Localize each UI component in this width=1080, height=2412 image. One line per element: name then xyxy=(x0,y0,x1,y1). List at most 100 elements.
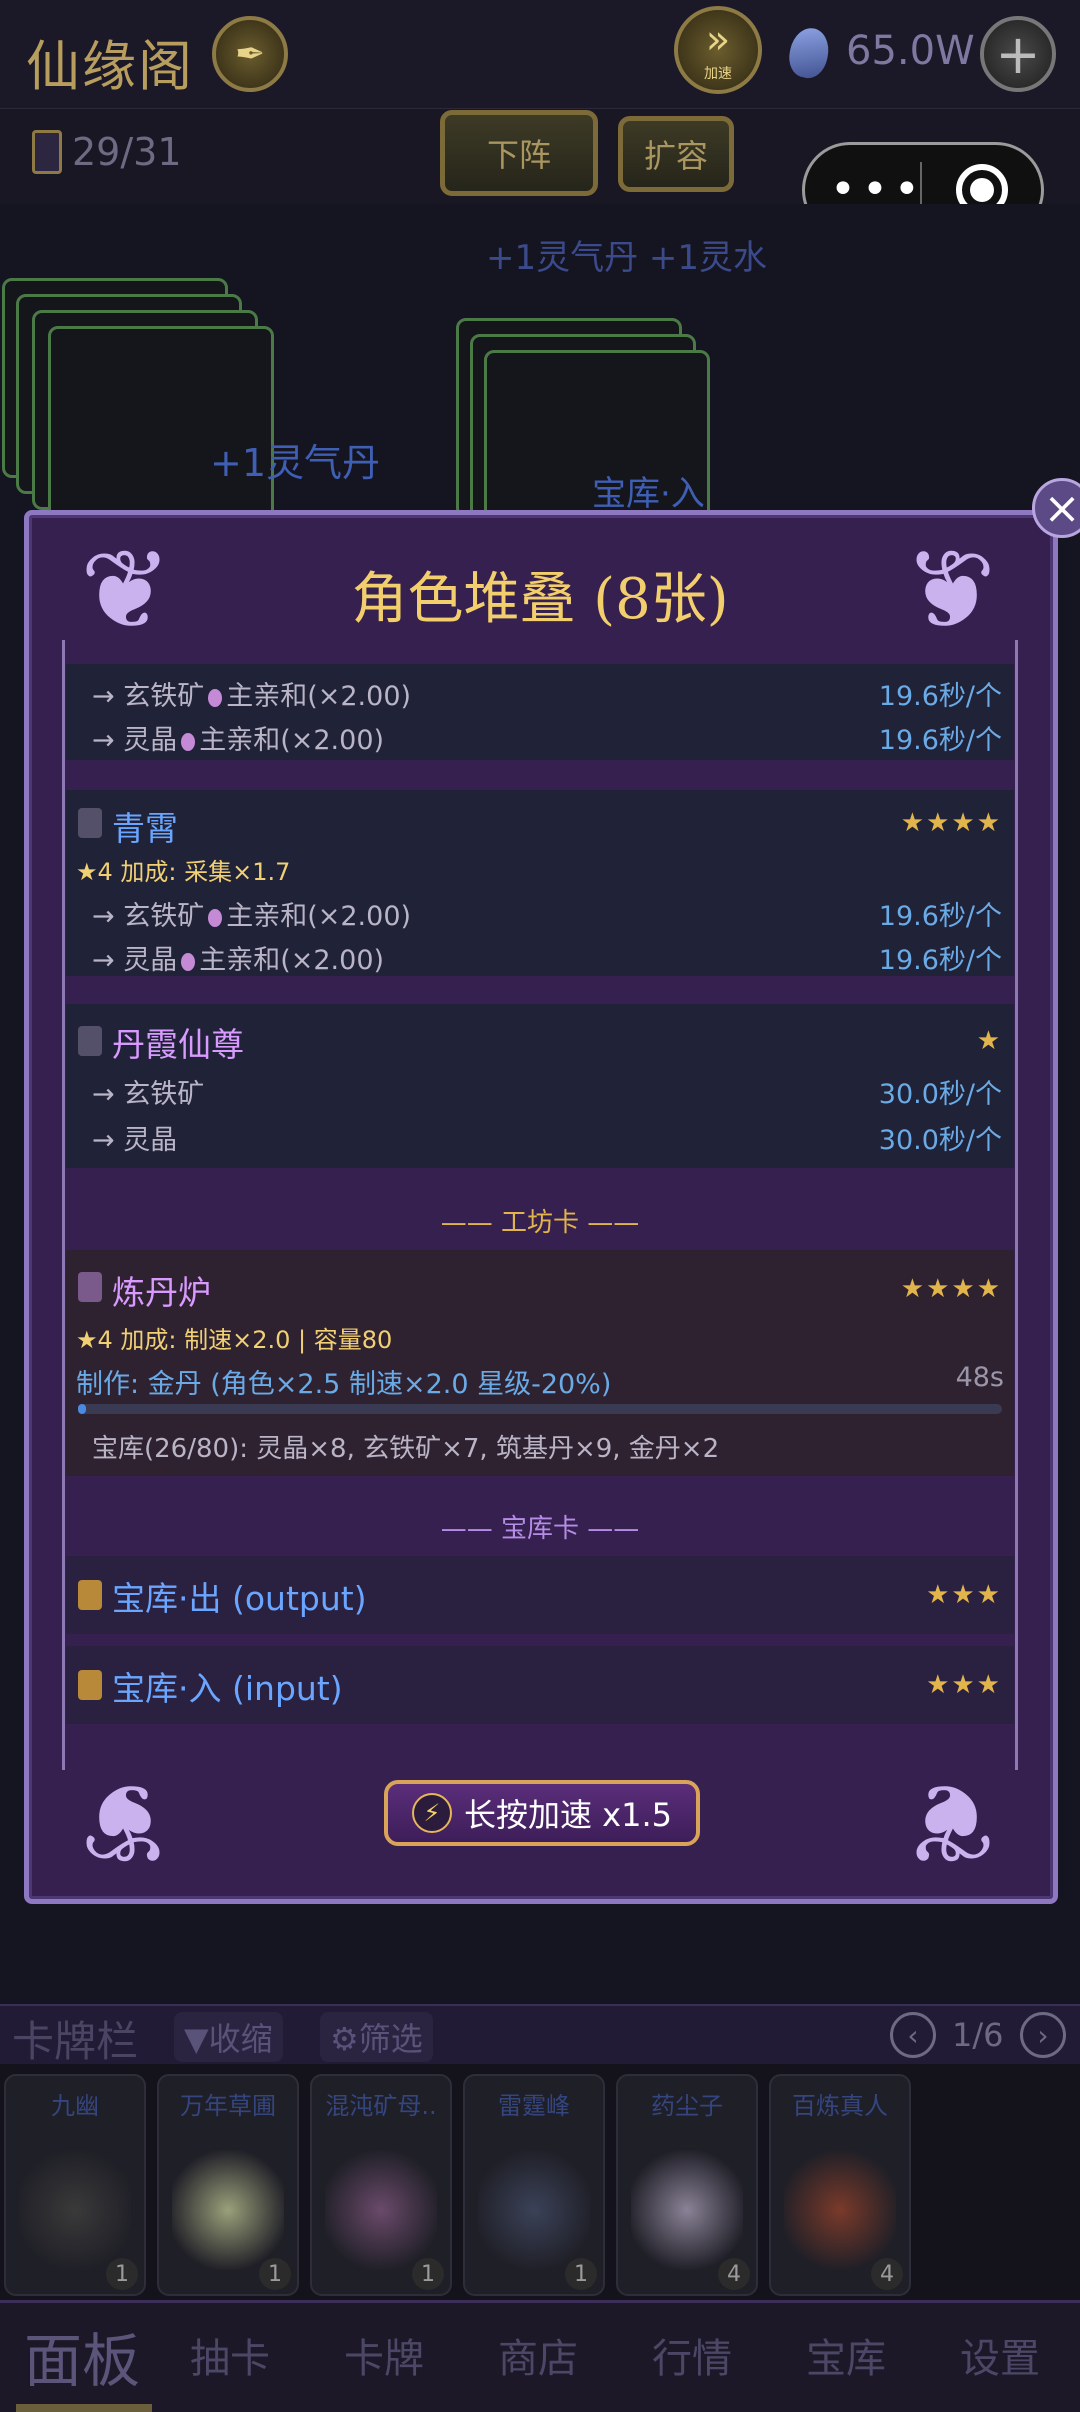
vault-name: 宝库·入 (input) xyxy=(112,1669,343,1708)
speed-button[interactable]: » 加速 xyxy=(674,6,762,94)
card-art xyxy=(478,2150,590,2270)
crafting-info: 制作: 金丹 (角色×2.5 制速×2.0 星级-20%) xyxy=(76,1369,612,1400)
hold-to-speed-up-button[interactable]: ⚡ 长按加速 x1.5 xyxy=(384,1780,700,1846)
star-rating: ★★★ xyxy=(926,1670,1002,1700)
card-count-badge: 1 xyxy=(106,2258,138,2290)
remove-from-formation-button[interactable]: 下阵 xyxy=(440,110,598,196)
affinity-icon xyxy=(208,688,223,707)
output-rate: 30.0秒/个 xyxy=(878,1079,1002,1110)
card-art xyxy=(19,2150,131,2270)
card-stack-layer xyxy=(48,326,274,526)
affinity-icon xyxy=(181,952,196,971)
speed-label: 加速 xyxy=(704,66,732,82)
output-row: → 玄铁矿 主亲和(×2.00) xyxy=(92,674,411,713)
tab-draw-card[interactable]: 抽卡 xyxy=(190,2326,270,2384)
add-currency-button[interactable]: + xyxy=(980,16,1056,92)
card-count-badge: 1 xyxy=(565,2258,597,2290)
crafting-time: 48s xyxy=(955,1362,1004,1393)
vault-icon xyxy=(78,1580,102,1610)
close-icon: × xyxy=(1043,482,1080,534)
character-avatar-icon xyxy=(78,1026,102,1056)
tab-vault[interactable]: 宝库 xyxy=(806,2326,886,2384)
card-name: 九幽 xyxy=(51,2092,99,2120)
output-row: → 玄铁矿 主亲和(×2.00) xyxy=(92,894,411,933)
affinity-icon xyxy=(181,732,196,751)
tab-cards[interactable]: 卡牌 xyxy=(344,2326,424,2384)
star-rating: ★★★ xyxy=(926,1580,1002,1610)
crafting-progress-fill xyxy=(78,1404,86,1414)
output-item: → 玄铁矿 xyxy=(92,681,205,712)
tab-settings[interactable]: 设置 xyxy=(960,2326,1040,2384)
output-row: → 灵晶 xyxy=(92,1125,178,1156)
vault-icon xyxy=(78,1670,102,1700)
next-page-icon[interactable]: › xyxy=(1020,2012,1066,2058)
expand-button[interactable]: 扩容 xyxy=(618,116,734,192)
filter-button[interactable]: ⚙筛选 xyxy=(320,2012,433,2062)
speed-up-label: 长按加速 x1.5 xyxy=(463,1796,672,1834)
star-rating: ★★★★ xyxy=(900,808,1002,838)
vault-section-header: —— 宝库卡 —— xyxy=(440,1514,640,1544)
crafting-progress-track xyxy=(78,1404,1002,1414)
star-rating: ★ xyxy=(976,1026,1002,1056)
character-name: 丹霞仙尊 xyxy=(112,1025,244,1064)
output-rate: 30.0秒/个 xyxy=(878,1125,1002,1156)
card-name: 万年草圃 xyxy=(180,2092,276,2120)
card-name: 百炼真人 xyxy=(792,2092,888,2120)
vault-name: 宝库·出 (output) xyxy=(112,1579,367,1618)
card-count-badge: 1 xyxy=(412,2258,444,2290)
output-rate: 19.6秒/个 xyxy=(878,945,1002,976)
close-miniprogram-dot xyxy=(970,178,994,202)
feather-icon: ✒ xyxy=(234,33,266,75)
active-tab-indicator xyxy=(16,2404,152,2412)
output-row: → 灵晶 主亲和(×2.00) xyxy=(92,938,384,977)
card-art xyxy=(325,2150,437,2270)
workshop-name: 炼丹炉 xyxy=(112,1273,211,1312)
collapse-button[interactable]: ▼收缩 xyxy=(174,2012,283,2062)
ornament-bottom-left-icon: ❦ xyxy=(79,1758,173,1886)
output-item: → 灵晶 xyxy=(92,945,178,976)
affinity-icon xyxy=(208,908,223,927)
floating-reward-text: +1灵气丹 +1灵水 xyxy=(486,238,768,278)
card-count-badge: 4 xyxy=(718,2258,750,2290)
deck-count: 29/31 xyxy=(72,130,182,174)
page-indicator: 1/6 xyxy=(952,2016,1004,2054)
lightning-icon: ⚡ xyxy=(411,1793,452,1833)
output-item: → 玄铁矿 xyxy=(92,901,205,932)
output-row: → 灵晶 主亲和(×2.00) xyxy=(92,718,384,757)
star-bonus: ★4 加成: 采集×1.7 xyxy=(76,858,291,886)
card-art xyxy=(631,2150,743,2270)
card-name: 雷霆峰 xyxy=(498,2092,570,2120)
output-rate: 19.6秒/个 xyxy=(878,681,1002,712)
output-bonus: 主亲和(×2.00) xyxy=(226,901,412,932)
tab-panel[interactable]: 面板 xyxy=(24,2314,140,2398)
output-bonus: 主亲和(×2.00) xyxy=(199,945,385,976)
tab-market[interactable]: 行情 xyxy=(652,2326,732,2384)
output-bonus: 主亲和(×2.00) xyxy=(226,681,412,712)
modal-title: 角色堆叠 (8张) xyxy=(351,567,729,632)
feather-button[interactable]: ✒ xyxy=(212,16,288,92)
card-art xyxy=(172,2150,284,2270)
card-art xyxy=(784,2150,896,2270)
character-avatar-icon xyxy=(78,808,102,838)
ornament-bottom-right-icon: ❦ xyxy=(903,1758,997,1886)
prev-page-icon[interactable]: ‹ xyxy=(890,2012,936,2058)
character-name: 青霄 xyxy=(112,809,178,848)
board-card-label: 宝库·入 xyxy=(592,474,705,514)
card-bar-title: 卡牌栏 xyxy=(12,2017,139,2066)
card-name: 混沌矿母.. xyxy=(325,2092,437,2120)
workshop-section-header: —— 工坊卡 —— xyxy=(440,1208,640,1238)
fast-forward-icon: » xyxy=(705,17,731,63)
card-count-badge: 4 xyxy=(871,2258,903,2290)
card-name: 药尘子 xyxy=(651,2092,723,2120)
output-rate: 19.6秒/个 xyxy=(878,725,1002,756)
output-rate: 19.6秒/个 xyxy=(878,901,1002,932)
card-count-badge: 1 xyxy=(259,2258,291,2290)
deck-icon xyxy=(32,130,62,174)
app-title: 仙缘阁 xyxy=(26,35,194,98)
star-bonus: ★4 加成: 制速×2.0 | 容量80 xyxy=(76,1326,393,1354)
floating-reward-text: +1灵气丹 xyxy=(210,441,381,485)
star-rating: ★★★★ xyxy=(900,1274,1002,1304)
plus-icon: + xyxy=(995,22,1041,86)
storage-contents: 宝库(26/80): 灵晶×8, 玄铁矿×7, 筑基丹×9, 金丹×2 xyxy=(92,1434,720,1464)
tab-shop[interactable]: 商店 xyxy=(498,2326,578,2384)
